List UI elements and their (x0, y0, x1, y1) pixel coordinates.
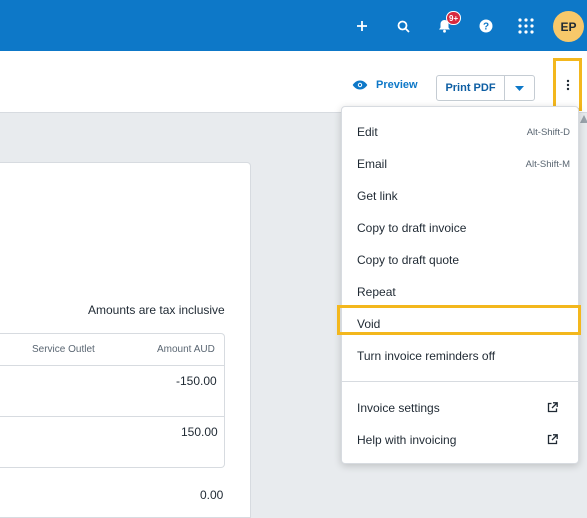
tax-inclusive-note: Amounts are tax inclusive (88, 303, 225, 317)
preview-label: Preview (376, 79, 418, 91)
top-nav-bar: 9+ ? EP (0, 0, 587, 51)
external-link-icon (547, 402, 558, 413)
line-items-table: Service Outlet Amount AUD -150.00 150.00 (0, 333, 225, 468)
menu-item-label: Help with invoicing (357, 433, 457, 447)
menu-item-label: Get link (357, 189, 398, 203)
menu-pointer (580, 115, 587, 123)
menu-item-void[interactable]: Void (342, 309, 580, 339)
svg-text:?: ? (483, 22, 489, 33)
table-header: Service Outlet Amount AUD (0, 334, 224, 366)
menu-item-label: Copy to draft invoice (357, 221, 467, 235)
more-options-menu: Edit Alt-Shift-D Email Alt-Shift-M Get l… (341, 106, 580, 464)
menu-item-label: Copy to draft quote (357, 253, 460, 267)
menu-item-email[interactable]: Email Alt-Shift-M (342, 149, 580, 179)
print-pdf-split-button: Print PDF (436, 75, 535, 101)
menu-item-label: Turn invoice reminders off (357, 349, 496, 363)
apps-grid-icon[interactable] (513, 13, 539, 39)
more-options-button[interactable] (553, 58, 582, 111)
menu-item-shortcut: Alt-Shift-D (526, 126, 570, 138)
menu-item-copy-to-draft-invoice[interactable]: Copy to draft invoice (342, 213, 580, 243)
search-icon[interactable] (390, 13, 416, 39)
print-options-dropdown[interactable] (505, 76, 534, 100)
invoice-total: 0.00 (200, 488, 224, 502)
menu-item-label: Edit (357, 125, 378, 139)
column-header-amount: Amount AUD (157, 344, 215, 355)
menu-item-shortcut: Alt-Shift-M (525, 158, 570, 170)
print-pdf-button[interactable]: Print PDF (437, 76, 505, 100)
menu-item-label: Repeat (357, 285, 396, 299)
menu-item-label: Email (357, 157, 388, 171)
menu-item-label: Void (357, 317, 381, 331)
external-link-icon (547, 434, 558, 445)
column-header-service-outlet: Service Outlet (32, 344, 95, 355)
menu-item-repeat[interactable]: Repeat (342, 277, 580, 307)
menu-divider (342, 381, 580, 382)
eye-icon (352, 80, 368, 90)
notification-badge: 9+ (446, 11, 462, 25)
preview-button[interactable]: Preview (352, 79, 418, 91)
table-row-amount: -150.00 (176, 374, 217, 388)
menu-item-get-link[interactable]: Get link (342, 181, 580, 211)
more-vertical-icon (566, 79, 569, 90)
row-divider (0, 416, 224, 417)
menu-item-help-with-invoicing[interactable]: Help with invoicing (342, 425, 580, 455)
caret-down-icon (515, 85, 524, 91)
help-icon[interactable]: ? (473, 13, 499, 39)
menu-item-copy-to-draft-quote[interactable]: Copy to draft quote (342, 245, 580, 275)
table-row-amount: 150.00 (181, 425, 218, 439)
menu-item-label: Invoice settings (357, 401, 440, 415)
menu-item-edit[interactable]: Edit Alt-Shift-D (342, 117, 580, 147)
user-avatar[interactable]: EP (553, 11, 584, 42)
menu-item-turn-invoice-reminders-off[interactable]: Turn invoice reminders off (342, 341, 580, 371)
menu-item-invoice-settings[interactable]: Invoice settings (342, 393, 580, 423)
plus-icon[interactable] (349, 13, 375, 39)
